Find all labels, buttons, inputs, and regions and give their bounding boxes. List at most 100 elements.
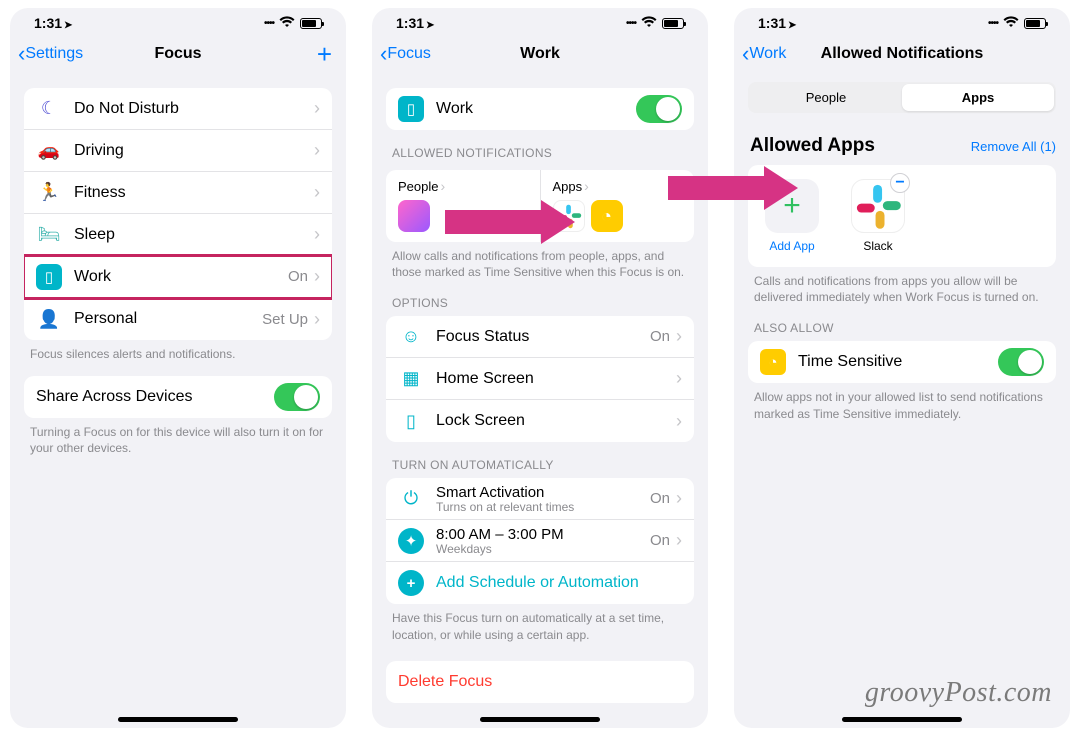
- option-focus-status[interactable]: ☺ Focus Status On ›: [386, 316, 694, 358]
- people-apps-segment[interactable]: People Apps: [748, 82, 1056, 113]
- badge-icon: ▯: [36, 264, 62, 290]
- focus-item-fitness[interactable]: 🏃 Fitness ›: [24, 172, 332, 214]
- allowed-apps-grid: + Add App − Slack: [748, 165, 1056, 267]
- auto-schedule-time[interactable]: ✦ 8:00 AM – 3:00 PM Weekdays On ›: [386, 520, 694, 562]
- allowed-app-slack[interactable]: − Slack: [846, 179, 910, 253]
- focus-footer: Focus silences alerts and notifications.: [24, 340, 332, 362]
- remove-app-badge[interactable]: −: [890, 173, 910, 193]
- plus-circle-icon: +: [398, 570, 424, 596]
- runner-icon: 🏃: [36, 180, 62, 206]
- clock-app-icon: ◔: [591, 200, 623, 232]
- allowed-header: ALLOWED NOTIFICATIONS: [386, 130, 694, 166]
- chevron-right-icon: ›: [314, 266, 320, 287]
- add-app-button[interactable]: + Add App: [760, 179, 824, 253]
- nav-bar: ‹ Work Allowed Notifications: [734, 34, 1070, 74]
- allowed-footer: Allow calls and notifications from peopl…: [386, 242, 694, 280]
- status-bar: 1:31➤ ••••: [372, 8, 708, 34]
- work-toggle[interactable]: [636, 95, 682, 123]
- screen-focus-list: 1:31➤ •••• ‹ Settings Focus + ☾ Do Not D…: [10, 8, 346, 728]
- home-indicator[interactable]: [118, 717, 238, 722]
- back-button[interactable]: ‹ Settings: [18, 43, 83, 65]
- nav-bar: ‹ Settings Focus +: [10, 34, 346, 74]
- work-toggle-row[interactable]: ▯ Work: [386, 88, 694, 130]
- battery-icon: [1024, 18, 1046, 29]
- bed-icon: 🛏: [36, 222, 62, 248]
- nav-bar: ‹ Focus Work: [372, 34, 708, 74]
- auto-footer: Have this Focus turn on automatically at…: [386, 604, 694, 642]
- options-header: OPTIONS: [386, 280, 694, 316]
- back-button[interactable]: ‹ Work: [742, 43, 786, 65]
- screen-work-focus: 1:31➤ •••• ‹ Focus Work ▯ Work: [372, 8, 708, 728]
- screen-allowed-notifications: 1:31➤ •••• ‹ Work Allowed Notifications …: [734, 8, 1070, 728]
- signal-icon: ••••: [626, 18, 636, 29]
- allowed-people[interactable]: People›: [386, 170, 540, 242]
- watermark: groovyPost.com: [865, 677, 1052, 709]
- time-sensitive-row[interactable]: ◔ Time Sensitive: [748, 341, 1056, 383]
- wifi-icon: [279, 16, 295, 31]
- battery-icon: [662, 18, 684, 29]
- also-allow-header: ALSO ALLOW: [748, 305, 1056, 341]
- auto-smart-activation[interactable]: ⏻ Smart Activation Turns on at relevant …: [386, 478, 694, 520]
- segment-people[interactable]: People: [750, 84, 902, 111]
- add-button[interactable]: +: [317, 41, 332, 67]
- chevron-right-icon: ›: [584, 178, 589, 194]
- chevron-left-icon: ‹: [380, 43, 387, 65]
- chevron-right-icon: ›: [314, 140, 320, 161]
- person-avatar: [398, 200, 430, 232]
- chevron-right-icon: ›: [676, 530, 682, 551]
- add-schedule-button[interactable]: + Add Schedule or Automation: [386, 562, 694, 604]
- person-icon: 👤: [36, 306, 62, 332]
- focus-item-dnd[interactable]: ☾ Do Not Disturb ›: [24, 88, 332, 130]
- chevron-right-icon: ›: [676, 326, 682, 347]
- home-indicator[interactable]: [842, 717, 962, 722]
- time-sensitive-footer: Allow apps not in your allowed list to s…: [748, 383, 1056, 421]
- allowed-notifications-box: People› Apps›: [386, 170, 694, 242]
- battery-icon: [300, 18, 322, 29]
- page-title: Allowed Notifications: [821, 45, 984, 63]
- chevron-left-icon: ‹: [18, 43, 25, 65]
- chevron-right-icon: ›: [676, 368, 682, 389]
- share-toggle[interactable]: [274, 383, 320, 411]
- power-icon: ⏻: [398, 486, 424, 512]
- home-screen-icon: ▦: [398, 366, 424, 392]
- chevron-right-icon: ›: [676, 411, 682, 432]
- wifi-icon: [1003, 16, 1019, 31]
- option-home-screen[interactable]: ▦ Home Screen ›: [386, 358, 694, 400]
- option-lock-screen[interactable]: ▯ Lock Screen ›: [386, 400, 694, 442]
- focus-item-sleep[interactable]: 🛏 Sleep ›: [24, 214, 332, 256]
- location-icon: ➤: [788, 20, 796, 31]
- auto-header: TURN ON AUTOMATICALLY: [386, 442, 694, 478]
- share-footer: Turning a Focus on for this device will …: [24, 418, 332, 456]
- remove-all-link[interactable]: Remove All (1): [971, 139, 1056, 154]
- location-icon: ➤: [64, 20, 72, 31]
- chevron-right-icon: ›: [676, 488, 682, 509]
- allowed-apps-title: Allowed Apps: [748, 125, 877, 157]
- clock-app-icon: ◔: [760, 349, 786, 375]
- focus-item-driving[interactable]: 🚗 Driving ›: [24, 130, 332, 172]
- share-across-devices-row[interactable]: Share Across Devices: [24, 376, 332, 418]
- chevron-right-icon: ›: [314, 182, 320, 203]
- moon-icon: ☾: [36, 96, 62, 122]
- location-icon: ➤: [426, 20, 434, 31]
- chevron-right-icon: ›: [314, 224, 320, 245]
- focus-item-personal[interactable]: 👤 Personal Set Up ›: [24, 298, 332, 340]
- person-status-icon: ☺: [398, 324, 424, 350]
- allowed-apps[interactable]: Apps› ◔: [540, 170, 695, 242]
- chevron-right-icon: ›: [314, 309, 320, 330]
- chevron-left-icon: ‹: [742, 43, 749, 65]
- chevron-right-icon: ›: [314, 98, 320, 119]
- delete-focus-button[interactable]: Delete Focus: [386, 661, 694, 703]
- signal-icon: ••••: [988, 18, 998, 29]
- segment-apps[interactable]: Apps: [902, 84, 1054, 111]
- lock-screen-icon: ▯: [398, 408, 424, 434]
- allowed-apps-footer: Calls and notifications from apps you al…: [748, 267, 1056, 305]
- focus-item-work[interactable]: ▯ Work On ›: [24, 256, 332, 298]
- home-indicator[interactable]: [480, 717, 600, 722]
- back-button[interactable]: ‹ Focus: [380, 43, 431, 65]
- time-sensitive-toggle[interactable]: [998, 348, 1044, 376]
- wifi-icon: [641, 16, 657, 31]
- chevron-right-icon: ›: [440, 178, 445, 194]
- car-icon: 🚗: [36, 138, 62, 164]
- focus-modes-list: ☾ Do Not Disturb › 🚗 Driving › 🏃 Fitness…: [24, 88, 332, 340]
- status-bar: 1:31➤ ••••: [734, 8, 1070, 34]
